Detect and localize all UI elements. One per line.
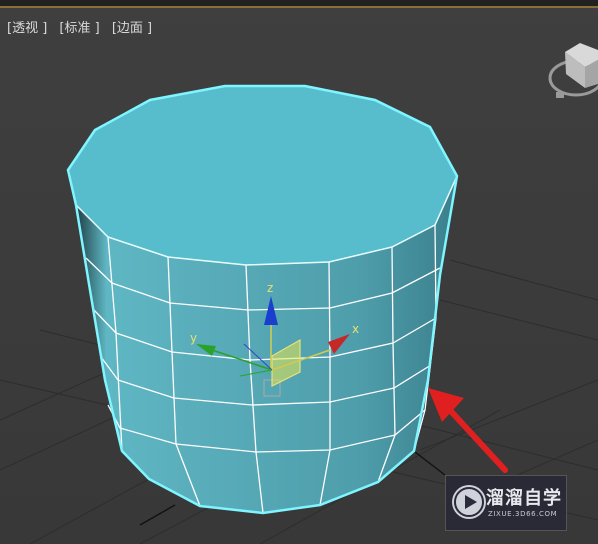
viewport-view-label[interactable]: [透视 ] [7, 21, 47, 36]
gizmo-y-label: y [190, 331, 197, 345]
gizmo-z-label: z [267, 281, 273, 295]
viewport-shading-label[interactable]: [标准 ] [59, 21, 99, 36]
annotation-arrow [428, 388, 508, 473]
watermark-title: 溜溜自学 [486, 488, 562, 509]
viewcube-home-tab[interactable] [556, 92, 564, 98]
watermark-logo-icon [452, 485, 486, 519]
viewport-labels: [透视 ] [标准 ] [边面 ] [7, 17, 160, 36]
watermark: 溜溜自学 ZIXUE.3D66.COM [445, 475, 567, 531]
viewport-edges-label[interactable]: [边面 ] [112, 21, 152, 36]
viewcube[interactable] [548, 43, 598, 98]
watermark-url: ZIXUE.3D66.COM [488, 510, 558, 518]
perspective-viewport[interactable]: z x y [透视 ] [标准 ] [边面 ] 溜溜自学 ZIXUE.3D66.… [0, 0, 598, 544]
viewport-scene[interactable]: z x y [0, 0, 598, 544]
gizmo-x-label: x [352, 322, 359, 336]
